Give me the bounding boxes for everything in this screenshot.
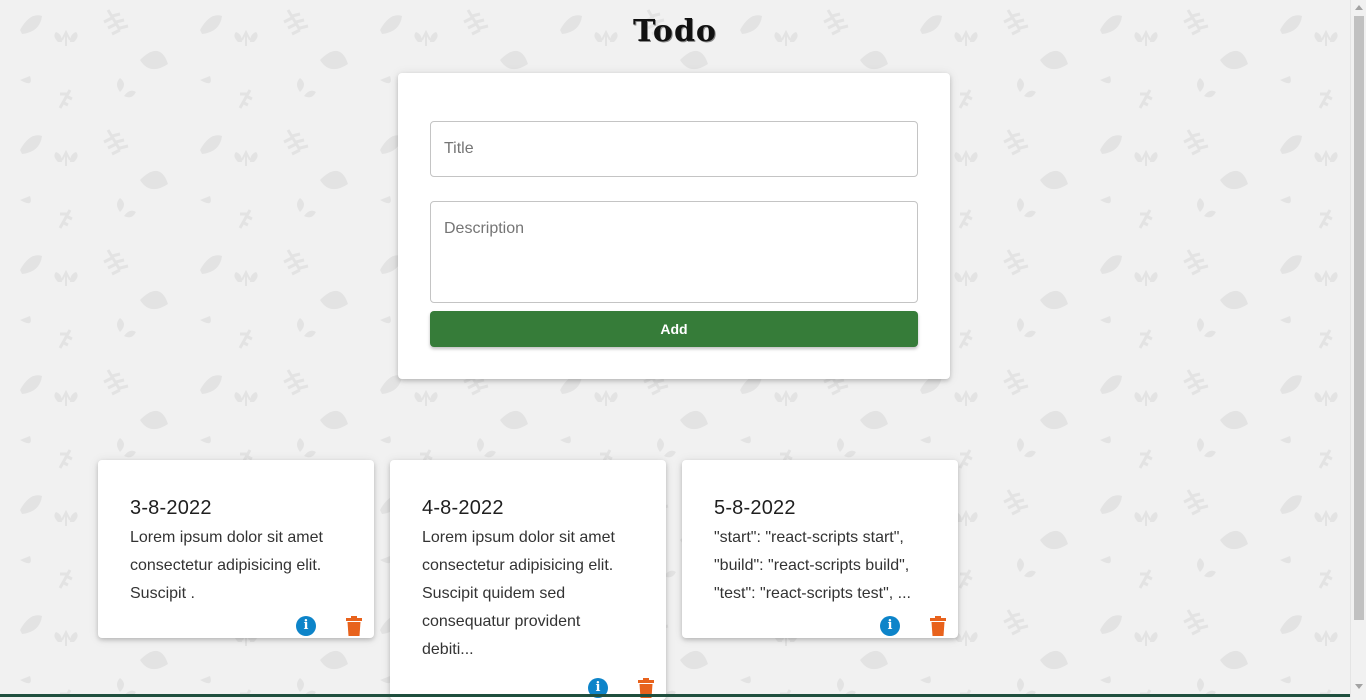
- todo-actions: i: [682, 612, 958, 638]
- trash-icon[interactable]: [346, 616, 362, 636]
- todo-title: 4-8-2022: [422, 497, 504, 519]
- todo-description: Lorem ipsum dolor sit amet consectetur a…: [422, 529, 615, 658]
- todo-card: 4-8-2022 Lorem ipsum dolor sit amet cons…: [390, 460, 666, 700]
- todo-card: 3-8-2022 Lorem ipsum dolor sit amet cons…: [98, 460, 374, 638]
- todo-description: "start": "react-scripts start", "build":…: [714, 529, 911, 602]
- todo-title: 3-8-2022: [130, 497, 212, 519]
- trash-icon[interactable]: [930, 616, 946, 636]
- app-title: Todo: [633, 14, 717, 49]
- add-button[interactable]: Add: [430, 311, 918, 347]
- info-icon[interactable]: i: [880, 616, 900, 636]
- todo-title: 5-8-2022: [714, 497, 796, 519]
- todo-actions: i: [98, 612, 374, 638]
- info-icon[interactable]: i: [296, 616, 316, 636]
- scrollbar-thumb[interactable]: [1354, 16, 1364, 620]
- scroll-down-arrow-icon[interactable]: [1355, 684, 1363, 689]
- todo-card: 5-8-2022 "start": "react-scripts start",…: [682, 460, 958, 638]
- add-todo-form: Add: [398, 73, 950, 379]
- title-input[interactable]: [430, 121, 918, 177]
- scroll-up-arrow-icon[interactable]: [1355, 5, 1363, 10]
- todo-description: Lorem ipsum dolor sit amet consectetur a…: [130, 529, 323, 602]
- description-input[interactable]: [430, 201, 918, 303]
- vertical-scrollbar[interactable]: [1350, 0, 1366, 697]
